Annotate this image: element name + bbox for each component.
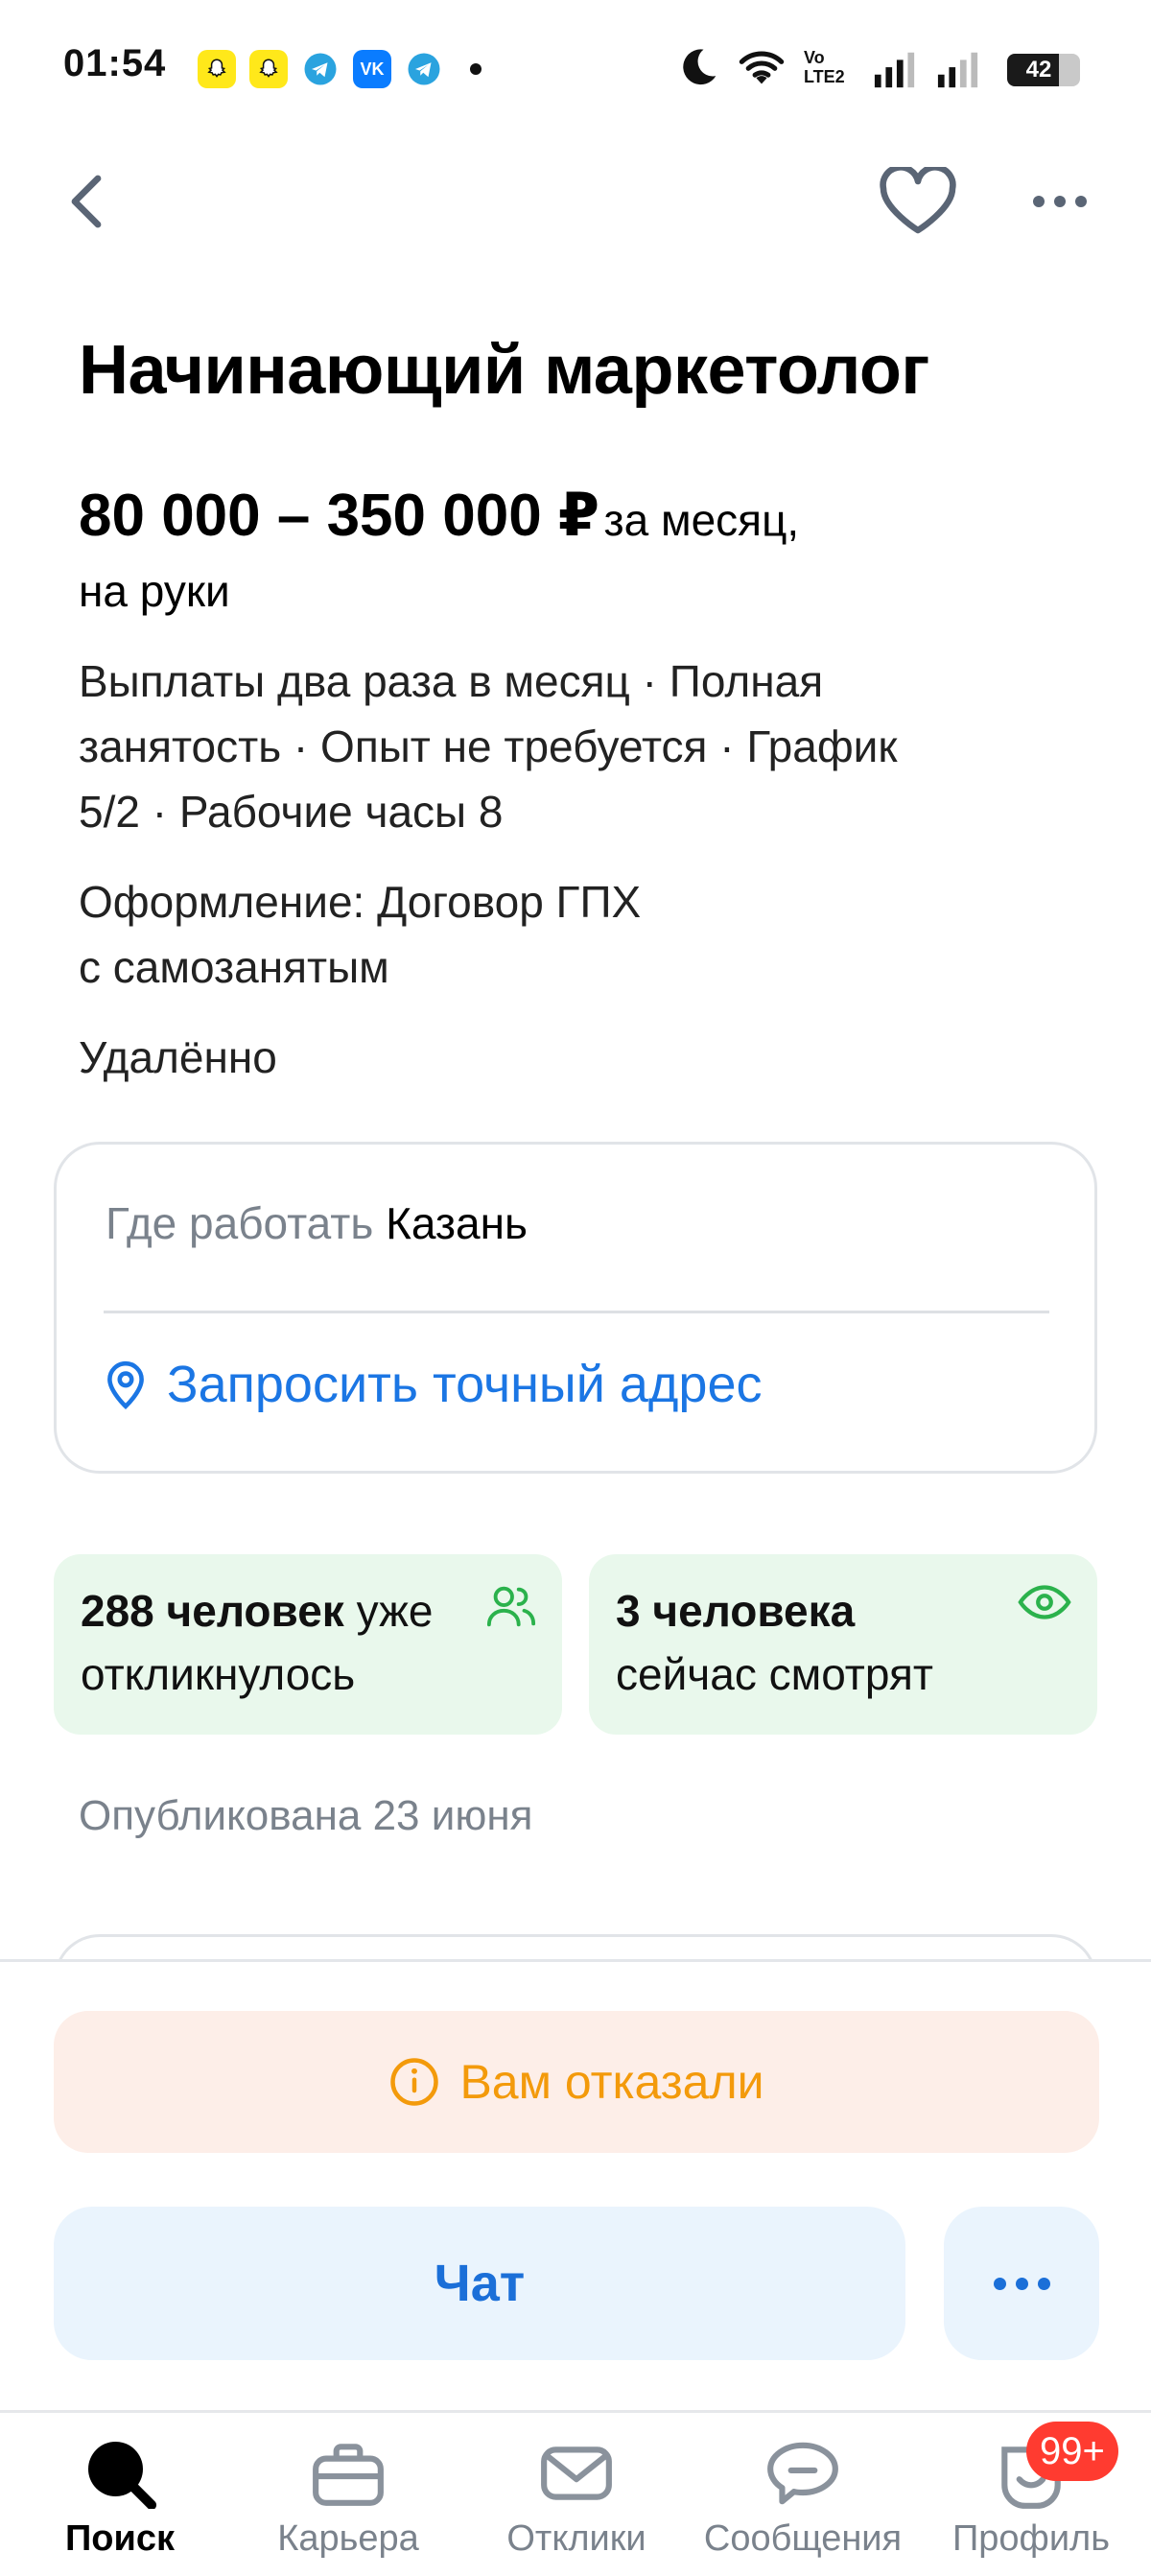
bottom-navigation: Поиск Карьера Отклики Сообщения Профиль <box>0 2410 1151 2576</box>
viewers-stat: 3 человека сейчас смотрят <box>589 1554 1097 1735</box>
more-options-button[interactable] <box>1019 173 1101 230</box>
salary-net: на руки <box>79 566 230 616</box>
signal-icon <box>936 48 980 95</box>
location-label: Где работать <box>106 1198 374 1248</box>
vk-icon: VK <box>353 50 391 88</box>
nav-item-responses[interactable]: Отклики <box>466 2438 687 2560</box>
back-button[interactable] <box>58 163 115 240</box>
envelope-icon <box>541 2446 612 2500</box>
nav-item-messages[interactable]: Сообщения <box>693 2438 913 2560</box>
chat-button[interactable]: Чат <box>54 2207 905 2360</box>
published-date: Опубликована 23 июня <box>79 1792 533 1839</box>
battery-icon: 42 <box>1007 54 1080 86</box>
request-address-label: Запросить точный адрес <box>167 1356 763 1413</box>
work-format: Удалённо <box>79 1032 277 1082</box>
snapchat-icon <box>249 50 288 88</box>
heart-icon <box>880 167 956 234</box>
salary: 80 000 – 350 000 ₽ за месяц, на руки <box>79 477 1067 661</box>
vacancy-title: Начинающий маркетолог <box>79 332 929 409</box>
conditions: Выплаты два раза в месяц · Полная занято… <box>79 656 898 837</box>
nav-item-career[interactable]: Карьера <box>238 2438 458 2560</box>
briefcase-icon <box>313 2444 384 2506</box>
eye-icon <box>1018 1585 1071 1619</box>
viewers-count: 3 человека <box>616 1586 856 1636</box>
location-pin-icon <box>107 1360 144 1409</box>
request-address-link[interactable]: Запросить точный адрес <box>102 1355 763 1414</box>
telegram-icon <box>301 50 340 88</box>
chevron-left-icon <box>71 175 102 228</box>
salary-amount: 80 000 – 350 000 ₽ <box>79 483 600 549</box>
status-time: 01:54 <box>63 42 167 84</box>
chat-bubble-icon <box>767 2442 838 2505</box>
snapchat-icon <box>198 50 236 88</box>
employment-type: Оформление: Договор ГПХ с самозанятым <box>79 877 642 992</box>
rejected-label: Вам отказали <box>459 2055 764 2109</box>
location-card <box>54 1142 1097 1474</box>
notification-badge: 99+ <box>1026 2422 1118 2481</box>
people-icon <box>486 1586 536 1627</box>
moon-icon <box>677 46 719 93</box>
divider <box>104 1311 1049 1313</box>
rejected-status: Вам отказали <box>54 2011 1099 2153</box>
notification-dot-icon <box>470 63 482 75</box>
signal-icon <box>873 48 917 95</box>
network-label: Vo LTE2 <box>804 48 845 86</box>
wifi-icon <box>735 44 788 93</box>
search-icon <box>88 2442 157 2509</box>
telegram-icon <box>405 50 443 88</box>
info-icon <box>390 2058 439 2106</box>
more-horizontal-icon <box>1033 196 1045 207</box>
work-location: Где работать Казань <box>106 1197 528 1249</box>
responses-stat: 288 человек уже откликнулось <box>54 1554 562 1735</box>
location-city: Казань <box>386 1198 528 1248</box>
favorite-button[interactable] <box>873 158 963 245</box>
nav-item-search[interactable]: Поиск <box>10 2438 230 2560</box>
more-horizontal-icon <box>993 2277 1006 2290</box>
salary-period: за месяц, <box>603 495 800 545</box>
responses-count: 288 человек <box>81 1586 344 1636</box>
chat-more-button[interactable] <box>944 2207 1099 2360</box>
